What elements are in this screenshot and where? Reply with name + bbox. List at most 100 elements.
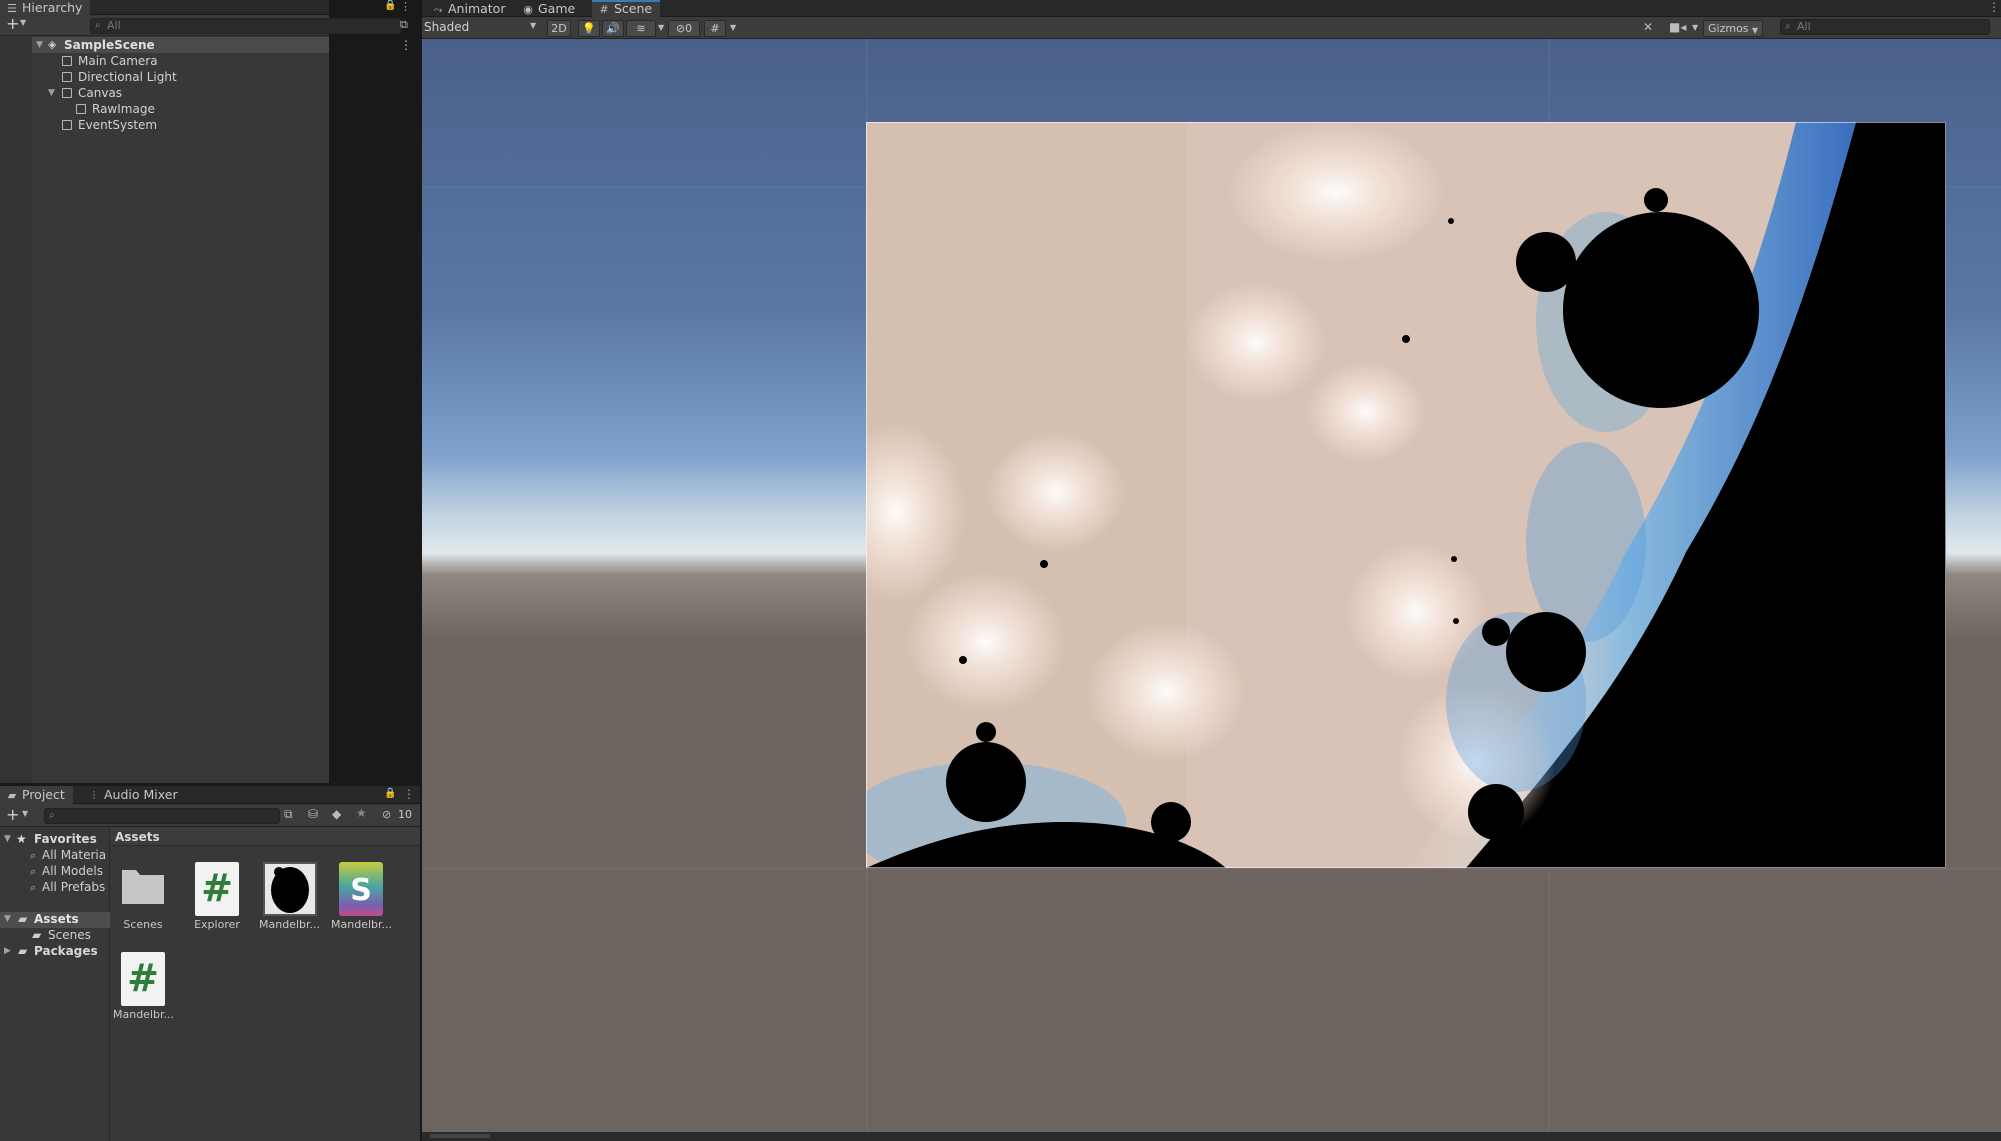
project-search-input[interactable]: ⌕ <box>44 808 280 824</box>
tab-hierarchy[interactable]: ☰ Hierarchy <box>0 0 91 15</box>
grid-icon: # <box>599 3 609 16</box>
project-tabbar: ▰ Project ⫶ Audio Mixer 🔒 ⋮ <box>0 786 420 804</box>
star-icon[interactable]: ★ <box>356 806 367 820</box>
favorites-row[interactable]: ▼ ★ Favorites <box>0 832 110 848</box>
project-tree: ▼ ★ Favorites ⌕ All Materia ⌕ All Models… <box>0 828 110 1141</box>
camera-icon[interactable]: ■◂ <box>1669 20 1686 34</box>
chevron-down-icon[interactable]: ▼ <box>20 18 26 27</box>
asset-item[interactable]: Mandelbr... <box>259 862 319 936</box>
hierarchy-scene-row[interactable]: ▼ ◈ SampleScene ⋮ <box>32 37 412 53</box>
scene-search-input[interactable]: ⌕ All <box>1780 19 1990 35</box>
tree-scenes-row[interactable]: ▰ Scenes <box>0 928 110 944</box>
hierarchy-tabbar: ☰ Hierarchy 🔒 ⋮ <box>0 0 411 15</box>
scene-tabbar: ⤳ Animator ◉ Game # Scene ⋮ <box>422 0 2001 20</box>
star-icon: ★ <box>16 832 27 846</box>
collapse-arrow-icon[interactable]: ▶ <box>4 946 11 956</box>
svg-text:S: S <box>350 873 372 908</box>
hierarchy-item[interactable]: RawImage <box>32 101 329 117</box>
expand-arrow-icon[interactable]: ▼ <box>36 37 43 53</box>
animator-icon: ⤳ <box>433 3 443 16</box>
scene-viewport[interactable] <box>422 39 2001 1132</box>
search-icon: ⌕ <box>95 20 101 31</box>
hierarchy-item[interactable]: Main Camera <box>32 53 329 69</box>
tree-assets-row[interactable]: ▼ ▰ Assets <box>0 912 110 928</box>
chevron-down-icon[interactable]: ▼ <box>730 23 736 32</box>
audio-toggle[interactable]: 🔊 <box>602 20 624 37</box>
scene-panel: ⤳ Animator ◉ Game # Scene ⋮ Shaded ▼ 2D 💡 🔊… <box>422 0 2001 1141</box>
gameobject-cube-icon <box>62 88 72 98</box>
layers-icon: ≋ <box>636 22 646 35</box>
hierarchy-search-input[interactable]: ⌕ All <box>90 18 402 34</box>
hierarchy-toolbar: + ▼ ⌕ All ⧉ <box>0 14 408 36</box>
mandelbrot-texture-thumbnail <box>263 862 317 916</box>
tools-icon[interactable]: ✕ <box>1643 20 1653 34</box>
lighting-toggle[interactable]: 💡 <box>578 20 600 37</box>
asset-item[interactable]: Scenes <box>113 864 173 936</box>
eye-hidden-icon: ⊘ <box>675 22 686 35</box>
chevron-down-icon[interactable]: ▼ <box>658 23 664 32</box>
lock-icon[interactable]: 🔒 <box>384 0 396 11</box>
lock-icon[interactable]: 🔒 <box>384 788 396 799</box>
folder-icon <box>122 870 164 904</box>
tree-packages-row[interactable]: ▶ ▰ Packages <box>0 944 110 960</box>
hierarchy-item[interactable]: ▼ Canvas <box>32 85 329 101</box>
tab-game[interactable]: ◉ Game <box>516 0 583 18</box>
asset-grid: Assets Scenes # Explorer Mandelbr... S M… <box>111 828 420 1141</box>
tab-animator[interactable]: ⤳ Animator <box>426 0 513 18</box>
grid-snap-toggle[interactable]: # <box>704 20 726 37</box>
hierarchy-item[interactable]: EventSystem <box>32 117 329 133</box>
scene-menu-icon[interactable]: ⋮ <box>400 37 412 53</box>
expand-arrow-icon[interactable]: ▼ <box>4 914 11 924</box>
gizmos-dropdown[interactable]: Gizmos ▼ <box>1703 20 1763 37</box>
search-by-type-icon[interactable]: ⧉ <box>284 807 293 822</box>
csharp-script-icon: # <box>195 862 239 916</box>
effects-toggle[interactable]: ≋ <box>626 20 656 37</box>
filter-by-type-icon[interactable]: ⛁ <box>308 807 318 821</box>
chevron-down-icon[interactable]: ▼ <box>22 809 28 818</box>
scene-visibility-toggle[interactable]: ⊘0 <box>668 20 700 37</box>
scene-name: SampleScene <box>64 38 155 52</box>
asset-breadcrumb: Assets <box>111 828 420 846</box>
folder-icon: ▰ <box>7 789 17 802</box>
unity-scene-icon: ◈ <box>48 38 57 51</box>
shader-icon: S <box>339 862 383 916</box>
project-toolbar: + ▼ ⌕ ⧉ ⛁ ◆ ★ ⊘ 10 <box>0 805 420 827</box>
hidden-packages-icon[interactable]: ⊘ <box>382 808 391 821</box>
panel-menu-icon[interactable]: ⋮ <box>403 787 415 801</box>
scene-visibility-icon[interactable]: ⧉ <box>400 18 408 32</box>
favorite-item[interactable]: ⌕ All Materia <box>30 848 106 863</box>
gamepad-icon: ◉ <box>523 3 533 16</box>
hierarchy-item[interactable]: Directional Light <box>32 69 329 85</box>
add-icon[interactable]: + <box>6 805 19 824</box>
hidden-packages-count: 10 <box>398 808 412 821</box>
add-icon[interactable]: + <box>6 14 19 33</box>
asset-item[interactable]: # Explorer <box>187 862 247 936</box>
panel-divider[interactable] <box>0 783 420 786</box>
favorite-item[interactable]: ⌕ All Prefabs <box>30 880 105 895</box>
gameobject-cube-icon <box>62 120 72 130</box>
search-icon: ⌕ <box>30 849 37 862</box>
scene-toolbar: Shaded ▼ 2D 💡 🔊 ≋ ▼ ⊘0 # ▼ ✕ ■◂ ▼ Gizmos… <box>422 17 2001 39</box>
expand-arrow-icon[interactable]: ▼ <box>48 85 55 101</box>
expand-arrow-icon[interactable]: ▼ <box>4 834 11 844</box>
project-panel: ▰ Project ⫶ Audio Mixer 🔒 ⋮ + ▼ ⌕ ⧉ ⛁ ◆ ★ … <box>0 786 420 1141</box>
label-tag-icon[interactable]: ◆ <box>332 807 341 821</box>
search-icon: ⌕ <box>30 881 37 894</box>
speaker-icon: 🔊 <box>606 22 620 35</box>
tab-audio-mixer[interactable]: ⫶ Audio Mixer <box>82 786 186 804</box>
shading-mode-dropdown[interactable]: Shaded ▼ <box>424 19 542 36</box>
tab-project[interactable]: ▰ Project <box>0 786 73 804</box>
csharp-script-icon: # <box>121 952 165 1006</box>
favorite-item[interactable]: ⌕ All Models <box>30 864 103 879</box>
chevron-down-icon: ▼ <box>530 21 537 30</box>
mixer-icon: ⫶ <box>92 789 96 802</box>
grid-icon: # <box>710 22 720 35</box>
search-icon: ⌕ <box>49 810 55 821</box>
panel-menu-icon[interactable]: ⋮ <box>400 0 411 13</box>
scene-status-strip <box>422 1132 2001 1141</box>
toggle-2d-button[interactable]: 2D <box>547 20 571 37</box>
chevron-down-icon[interactable]: ▼ <box>1692 23 1698 32</box>
asset-item[interactable]: # Mandelbr... <box>113 952 173 1026</box>
asset-item[interactable]: S Mandelbr... <box>331 862 391 936</box>
panel-menu-icon[interactable]: ⋮ <box>1988 0 2000 14</box>
